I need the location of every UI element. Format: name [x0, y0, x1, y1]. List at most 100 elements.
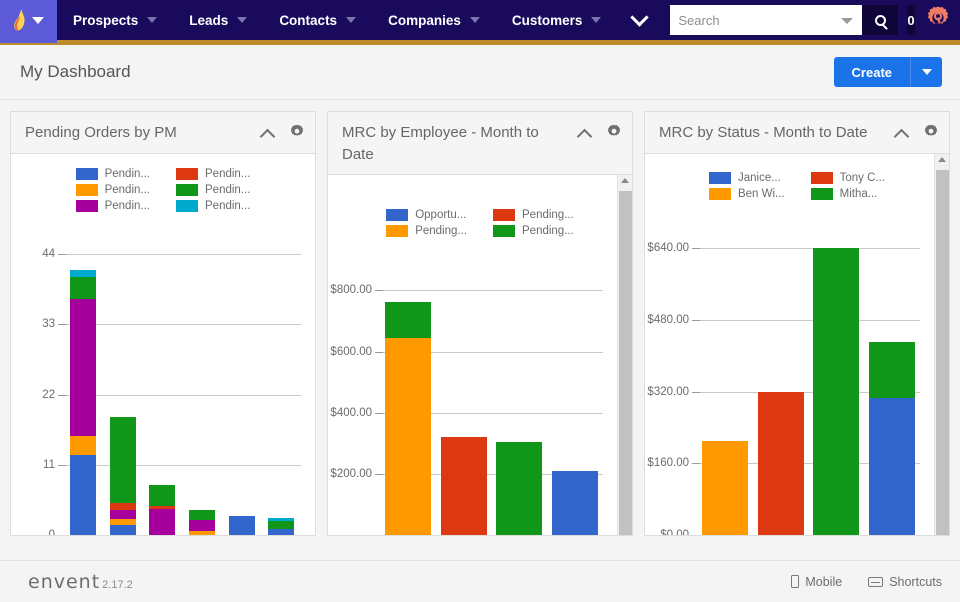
stacked-bar[interactable] — [813, 248, 860, 535]
stacked-bar[interactable] — [228, 515, 255, 535]
bar-segment[interactable] — [757, 391, 804, 535]
bar-segment[interactable] — [228, 515, 255, 535]
create-dropdown-button[interactable] — [910, 57, 942, 87]
legend-item[interactable]: Janice... — [708, 172, 785, 184]
legend-item[interactable]: Pendin... — [176, 168, 250, 180]
nav-item-leads[interactable]: Leads — [173, 0, 263, 43]
scroll-up-arrow-icon[interactable] — [938, 157, 946, 162]
bar-segment[interactable] — [701, 440, 748, 535]
stacked-bar[interactable] — [496, 442, 543, 535]
bar-chart-mrc-by-status[interactable]: $0.00 $160.00 $320.00 $480.00 $640.00 — [645, 242, 934, 535]
search-button[interactable] — [862, 5, 899, 35]
caret-down-icon[interactable] — [237, 17, 248, 23]
bar-segment[interactable] — [188, 510, 215, 520]
search-dropdown-caret-down-icon[interactable] — [841, 18, 854, 24]
legend-swatch — [176, 184, 198, 196]
logo-button[interactable] — [0, 0, 57, 43]
scrollbar-thumb[interactable] — [619, 190, 632, 535]
nav-item-companies[interactable]: Companies — [372, 0, 496, 43]
caret-down-icon[interactable] — [147, 17, 158, 23]
bar-segment[interactable] — [69, 276, 96, 299]
bar-chart-pending-orders[interactable]: 0 11 22 33 44 — [11, 248, 315, 535]
legend-item[interactable]: Pending... — [493, 224, 574, 237]
chevron-up-icon[interactable] — [576, 128, 593, 145]
scrollbar-thumb[interactable] — [936, 170, 949, 535]
legend-item[interactable]: Pendin... — [75, 200, 150, 212]
stacked-bar[interactable] — [149, 485, 176, 535]
chevron-up-icon[interactable] — [893, 128, 910, 145]
stacked-bar[interactable] — [869, 342, 916, 535]
legend-item[interactable]: Pending... — [386, 224, 467, 237]
nav-item-contacts[interactable]: Contacts — [263, 0, 372, 43]
footer-link-shortcuts[interactable]: Shortcuts — [868, 575, 942, 589]
legend-item[interactable]: Pendin... — [176, 200, 250, 212]
legend-item[interactable]: Tony C... — [810, 172, 885, 184]
legend-item[interactable]: Pending... — [493, 208, 574, 221]
panel-scrollbar[interactable] — [617, 174, 632, 535]
stacked-bar[interactable] — [109, 417, 136, 535]
bar-segment[interactable] — [384, 337, 431, 535]
bar-segment[interactable] — [109, 417, 136, 504]
legend-item[interactable]: Opportu... — [386, 208, 467, 221]
stacked-bar[interactable] — [268, 518, 295, 535]
y-axis-tick-label: $320.00 — [647, 385, 689, 398]
bar-segment[interactable] — [109, 509, 136, 520]
logo-caret-down-icon[interactable] — [32, 16, 44, 24]
nav-item-customers[interactable]: Customers — [496, 0, 618, 43]
search-area — [670, 5, 899, 35]
stacked-bar[interactable] — [384, 301, 431, 535]
footer-link-mobile[interactable]: Mobile — [791, 575, 842, 589]
stacked-bar[interactable] — [69, 270, 96, 535]
bar-segment[interactable] — [188, 530, 215, 535]
nav-item-prospects[interactable]: Prospects — [57, 0, 173, 43]
bar-segment[interactable] — [188, 519, 215, 531]
caret-down-icon[interactable] — [469, 17, 480, 23]
bar-segment[interactable] — [268, 528, 295, 535]
bar-segment[interactable] — [869, 342, 916, 399]
stacked-bar[interactable] — [188, 510, 215, 535]
bar-segment[interactable] — [149, 509, 176, 535]
bar-segment[interactable] — [384, 301, 431, 338]
caret-down-icon[interactable] — [346, 17, 357, 23]
notification-count-badge[interactable]: 0 — [907, 5, 915, 35]
bar-segment[interactable] — [268, 520, 295, 529]
scroll-up-arrow-icon[interactable] — [621, 177, 629, 183]
bar-segment[interactable] — [69, 455, 96, 535]
search-field-wrapper[interactable] — [670, 5, 863, 35]
caret-down-icon[interactable] — [591, 17, 602, 23]
stacked-bar[interactable] — [440, 437, 487, 535]
legend-item[interactable]: Mitha... — [810, 188, 885, 200]
bar-chart-mrc-by-employee[interactable]: $200.00 $400.00 $600.00 $800.00 — [328, 284, 617, 535]
y-axis-tick-label: $800.00 — [330, 284, 372, 297]
legend-label: Pendin... — [104, 184, 150, 196]
gear-icon[interactable] — [289, 124, 305, 145]
top-navigation-bar: Prospects Leads Contacts Companies Custo… — [0, 0, 960, 45]
legend-item[interactable]: Pendin... — [75, 184, 150, 196]
stacked-bar[interactable] — [701, 440, 748, 535]
chart-bars — [63, 250, 301, 535]
gear-icon[interactable] — [606, 124, 622, 145]
gear-icon[interactable] — [923, 124, 939, 145]
chevron-up-icon[interactable] — [259, 128, 276, 145]
legend-item[interactable]: Pendin... — [75, 168, 150, 180]
bar-segment[interactable] — [552, 471, 599, 535]
stacked-bar[interactable] — [757, 391, 804, 535]
settings-menu-button[interactable] — [925, 5, 957, 36]
bar-segment[interactable] — [869, 398, 916, 535]
y-axis-tick-label: $200.00 — [330, 468, 372, 481]
bar-segment[interactable] — [69, 298, 96, 437]
create-button[interactable]: Create — [833, 57, 910, 87]
stacked-bar[interactable] — [552, 471, 599, 535]
bar-segment[interactable] — [69, 436, 96, 456]
bar-segment[interactable] — [109, 525, 136, 535]
legend-item[interactable]: Pendin... — [176, 184, 250, 196]
bar-segment[interactable] — [813, 248, 860, 535]
nav-more-button[interactable] — [617, 0, 662, 43]
panel-scrollbar[interactable] — [934, 154, 949, 535]
bar-segment[interactable] — [149, 485, 176, 507]
legend-label: Opportu... — [415, 208, 467, 221]
legend-item[interactable]: Ben Wi... — [708, 188, 785, 200]
bar-segment[interactable] — [496, 442, 543, 535]
bar-segment[interactable] — [440, 437, 487, 535]
search-input[interactable] — [678, 12, 839, 28]
